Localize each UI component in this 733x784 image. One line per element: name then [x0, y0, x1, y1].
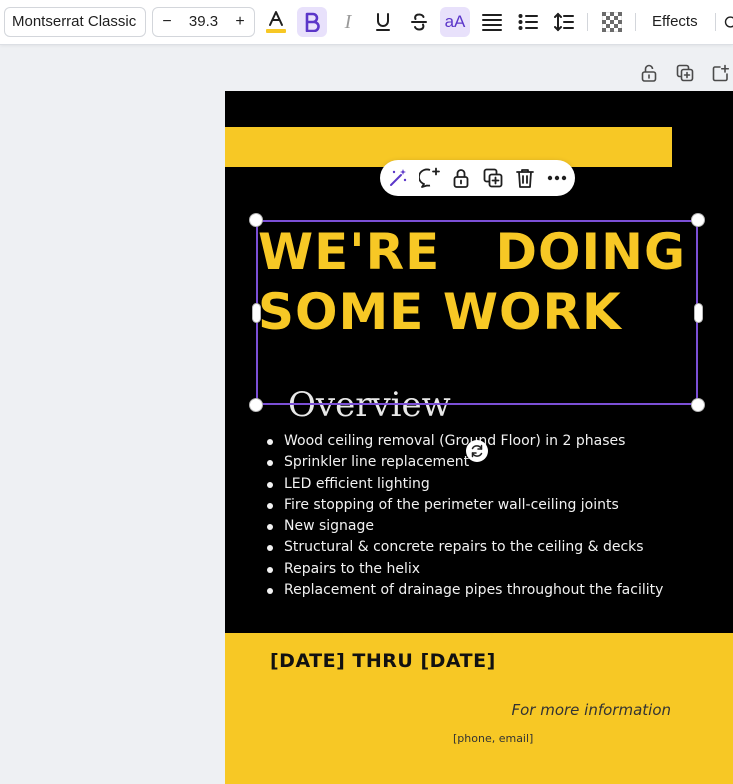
resize-handle-right[interactable]	[695, 304, 702, 322]
bold-icon	[305, 12, 320, 32]
magic-edit-button[interactable]	[386, 166, 410, 190]
contact-text[interactable]: [phone, email]	[453, 732, 533, 745]
list-button[interactable]	[513, 7, 543, 37]
font-family-select[interactable]: Montserrat Classic	[4, 7, 146, 37]
duplicate-page-button[interactable]	[674, 62, 696, 84]
duplicate-element-button[interactable]	[481, 166, 505, 190]
spacing-button[interactable]	[549, 7, 579, 37]
lock-page-button[interactable]	[638, 62, 660, 84]
list-icon	[518, 14, 538, 30]
date-range-text[interactable]: [DATE] THRU [DATE]	[270, 650, 496, 672]
transparency-button[interactable]	[597, 7, 627, 37]
decrease-font-size-button[interactable]: −	[153, 8, 181, 36]
duplicate-icon	[676, 64, 694, 82]
text-color-button[interactable]	[261, 7, 291, 37]
font-size-input[interactable]: 39.3	[181, 8, 226, 36]
resize-handle-left[interactable]	[253, 304, 260, 322]
alignment-button[interactable]	[477, 7, 507, 37]
rotate-icon	[471, 444, 483, 458]
spacing-icon	[554, 12, 574, 32]
text-color-icon	[266, 11, 286, 33]
lock-icon	[453, 169, 469, 188]
comment-icon	[419, 167, 440, 188]
increase-font-size-button[interactable]: +	[226, 8, 254, 36]
underline-icon	[376, 13, 390, 31]
list-item: Structural & concrete repairs to the cei…	[266, 537, 663, 558]
element-floating-toolbar	[380, 160, 575, 196]
more-options-button[interactable]	[545, 166, 569, 190]
letter-case-button[interactable]: aA	[440, 7, 470, 37]
text-toolbar: Montserrat Classic − 39.3 + I aA Effects	[0, 0, 733, 45]
effects-button[interactable]: Effects	[640, 7, 710, 37]
strikethrough-button[interactable]	[404, 7, 434, 37]
transparency-icon	[602, 12, 622, 32]
add-page-button[interactable]	[710, 62, 732, 84]
resize-handle-top-right[interactable]	[692, 214, 704, 226]
delete-element-button[interactable]	[513, 166, 537, 190]
selection-box	[256, 220, 698, 405]
more-info-text[interactable]: For more information	[511, 701, 671, 719]
more-icon	[547, 175, 567, 181]
magic-edit-icon	[390, 169, 407, 186]
letter-case-icon: aA	[444, 12, 466, 31]
italic-button[interactable]: I	[333, 7, 363, 37]
list-item: Repairs to the helix	[266, 559, 663, 580]
strikethrough-icon	[411, 13, 427, 31]
animate-icon	[724, 16, 733, 28]
duplicate-icon	[483, 168, 503, 188]
toolbar-divider	[715, 13, 716, 31]
list-item: Replacement of drainage pipes throughout…	[266, 580, 663, 601]
italic-icon: I	[344, 10, 352, 33]
resize-handle-bottom-left[interactable]	[250, 399, 262, 411]
list-item: New signage	[266, 516, 663, 537]
lock-icon	[641, 64, 657, 82]
share-icon	[712, 64, 730, 82]
toolbar-divider	[635, 13, 636, 31]
resize-handle-bottom-right[interactable]	[692, 399, 704, 411]
resize-handle-top-left[interactable]	[250, 214, 262, 226]
trash-icon	[516, 169, 534, 188]
align-icon	[482, 14, 502, 31]
toolbar-divider	[587, 13, 588, 31]
rotate-handle[interactable]	[466, 440, 488, 462]
lock-element-button[interactable]	[449, 166, 473, 190]
animate-button[interactable]	[722, 7, 733, 37]
font-size-stepper[interactable]: − 39.3 +	[152, 7, 255, 37]
footer-panel[interactable]: [DATE] THRU [DATE] For more information …	[225, 633, 733, 784]
bold-button[interactable]	[297, 7, 327, 37]
list-item: Fire stopping of the perimeter wall-ceil…	[266, 495, 663, 516]
list-item: LED efficient lighting	[266, 474, 663, 495]
comment-button[interactable]	[418, 166, 442, 190]
underline-button[interactable]	[368, 7, 398, 37]
